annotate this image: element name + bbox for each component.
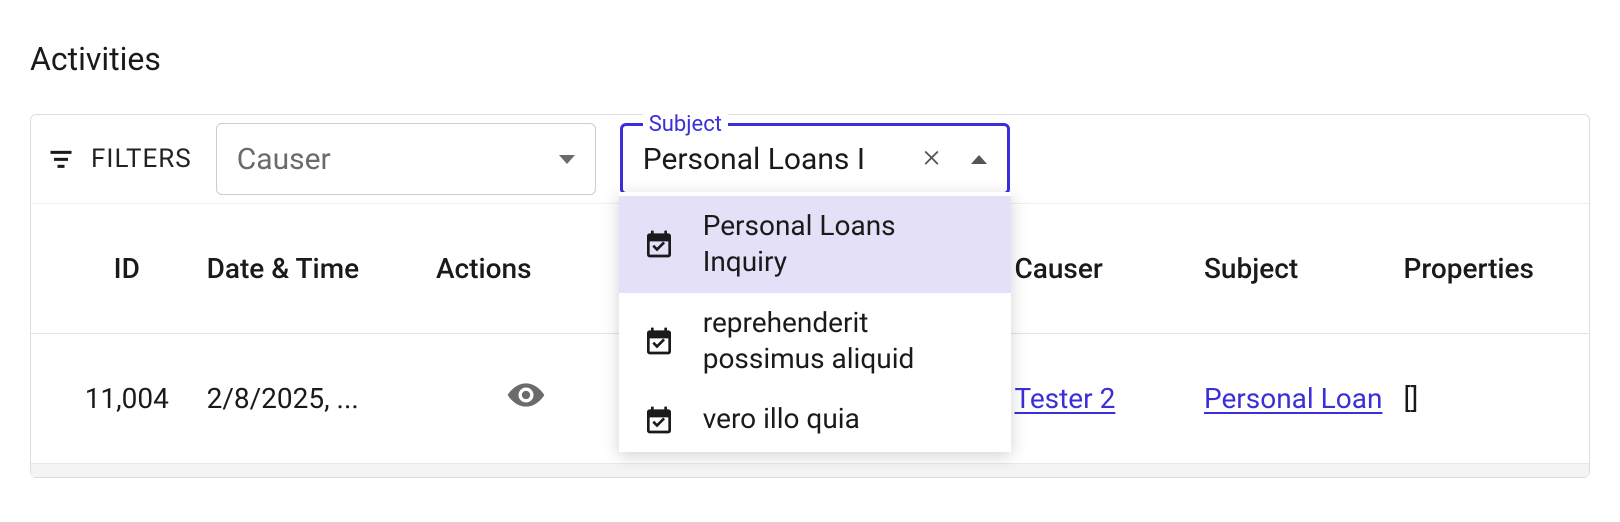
subject-option-vero[interactable]: vero illo quia <box>619 390 1011 450</box>
col-header-actions: Actions <box>436 252 616 285</box>
subject-link[interactable]: Personal Loan <box>1204 382 1382 415</box>
col-header-properties[interactable]: Properties <box>1403 252 1573 285</box>
causer-filter-select[interactable]: Causer <box>216 123 596 195</box>
subject-option-label: vero illo quia <box>703 401 860 437</box>
causer-link[interactable]: Tester 2 <box>1014 382 1115 415</box>
col-header-causer[interactable]: Causer <box>1014 252 1204 285</box>
table-footer-strip <box>31 463 1589 477</box>
subject-dropdown: Personal Loans Inquiry reprehenderit pos… <box>619 192 1011 452</box>
subject-filter-value: Personal Loans I <box>643 142 909 177</box>
filters-row: FILTERS Causer Subject Personal Loans I <box>31 115 1589 203</box>
filter-icon <box>47 145 75 173</box>
chevron-down-icon <box>559 155 575 164</box>
eye-icon <box>506 375 546 415</box>
calendar-check-icon <box>643 228 675 260</box>
col-header-id[interactable]: ID <box>47 252 207 285</box>
clear-subject-button[interactable] <box>919 145 947 173</box>
cell-id: 11,004 <box>47 382 207 415</box>
calendar-check-icon <box>643 325 675 357</box>
cell-causer: Tester 2 <box>1014 382 1204 415</box>
chevron-up-icon <box>971 155 987 164</box>
col-header-datetime[interactable]: Date & Time <box>207 252 436 285</box>
subject-filter-legend: Subject <box>643 112 728 137</box>
subject-filter-select[interactable]: Subject Personal Loans I Personal Loans … <box>620 123 1010 195</box>
subject-option-personal-loans-inquiry[interactable]: Personal Loans Inquiry <box>619 196 1011 293</box>
activities-card: FILTERS Causer Subject Personal Loans I <box>30 114 1590 478</box>
subject-option-reprehenderit[interactable]: reprehenderit possimus aliquid <box>619 293 1011 390</box>
calendar-check-icon <box>643 404 675 436</box>
causer-filter-placeholder: Causer <box>237 142 559 177</box>
cell-properties: [] <box>1403 382 1573 415</box>
filters-label: FILTERS <box>91 144 192 174</box>
filters-label-wrap: FILTERS <box>47 144 192 174</box>
subject-option-label: reprehenderit possimus aliquid <box>703 305 987 378</box>
page-title: Activities <box>30 40 1590 78</box>
subject-option-label: Personal Loans Inquiry <box>703 208 987 281</box>
cell-datetime: 2/8/2025, ... <box>207 382 436 415</box>
cell-subject: Personal Loan <box>1204 382 1403 415</box>
cell-actions <box>436 375 616 422</box>
view-action-button[interactable] <box>506 375 546 422</box>
close-icon <box>921 147 945 171</box>
col-header-subject[interactable]: Subject <box>1204 252 1403 285</box>
